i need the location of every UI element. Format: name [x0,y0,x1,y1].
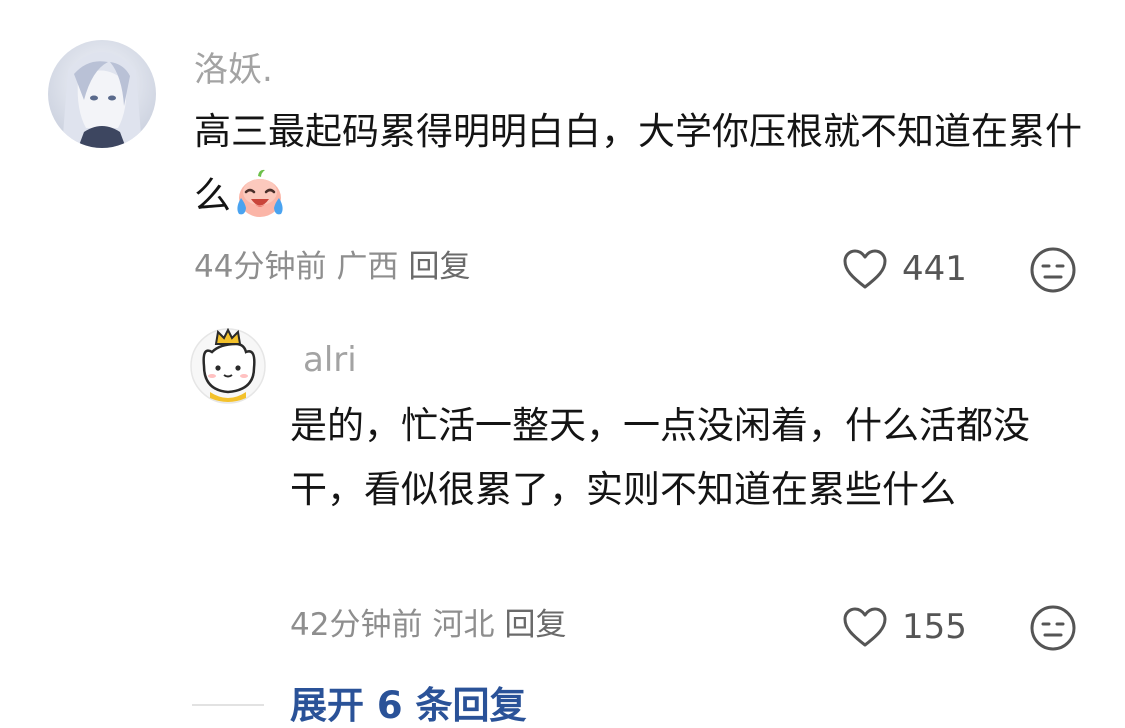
reply-avatar[interactable] [190,328,266,404]
reply-time: 42分钟前 [290,607,423,643]
comment-location: 广西 [336,249,399,285]
expand-replies-button[interactable]: 展开 6 条回复 [290,684,527,728]
reply-dislike-face-icon[interactable] [1029,604,1077,652]
reply-button[interactable]: 回复 [408,249,470,285]
like-button[interactable]: 441 [842,248,967,290]
heart-icon [843,249,887,289]
crying-laughing-emoji-icon [237,169,283,217]
comment-text: 高三最起码累得明明白白，大学你压根就不知道在累什么 [194,100,1084,228]
comment-meta: 44分钟前 广西 回复 [194,247,480,287]
dislike-face-icon[interactable] [1029,246,1077,294]
reply-meta: 42分钟前 河北 回复 [290,605,576,645]
reply-text: 是的，忙活一整天，一点没闲着，什么活都没干，看似很累了，实则不知道在累些什么 [290,404,1030,511]
comment-time: 44分钟前 [194,249,327,285]
reply-location: 河北 [432,607,495,643]
reply-reply-button[interactable]: 回复 [504,607,566,643]
comment-author[interactable]: 洛妖. [194,50,273,90]
avatar[interactable] [48,40,156,148]
reply-author[interactable]: alri [303,340,357,380]
reply-like-count: 155 [902,607,967,647]
like-count: 441 [902,249,967,289]
heart-icon [843,607,887,647]
expand-divider [192,704,264,706]
comment-text-content: 高三最起码累得明明白白，大学你压根就不知道在累什么 [194,110,1082,217]
reply-like-button[interactable]: 155 [842,606,967,648]
